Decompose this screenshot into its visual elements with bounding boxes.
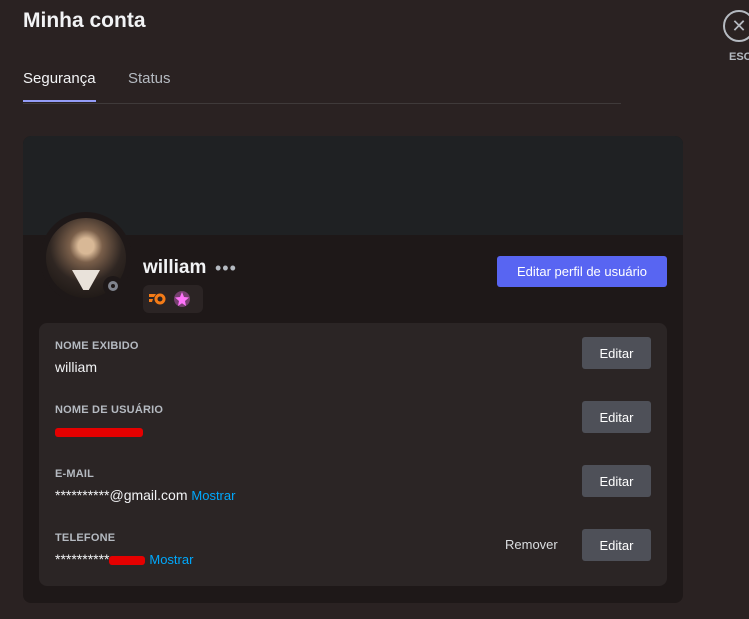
redaction-mark — [109, 555, 146, 565]
phone-label: TELEFONE — [55, 532, 116, 544]
edit-display-name-button[interactable]: Editar — [582, 337, 651, 369]
offline-status-icon — [103, 276, 123, 296]
nitro-icon[interactable] — [173, 290, 191, 308]
close-icon[interactable]: ✕ — [723, 10, 749, 42]
phone-row: TELEFONE ********** Mostrar Remover Edit… — [39, 529, 667, 582]
profile-banner — [23, 136, 683, 235]
email-value-container: **********@gmail.com Mostrar — [55, 487, 235, 503]
display-name-row: NOME EXIBIDO william Editar — [39, 337, 667, 390]
display-name-label: NOME EXIBIDO — [55, 340, 139, 352]
edit-username-button[interactable]: Editar — [582, 401, 651, 433]
account-info-panel: NOME EXIBIDO william Editar NOME DE USUÁ… — [39, 323, 667, 586]
tab-bar: Segurança Status — [23, 70, 621, 104]
edit-user-profile-button[interactable]: Editar perfil de usuário — [497, 256, 667, 287]
show-email-link[interactable]: Mostrar — [191, 488, 235, 503]
show-phone-link[interactable]: Mostrar — [149, 552, 193, 567]
profile-card: william ••• Editar perfil de usuário NOM… — [23, 136, 683, 603]
email-label: E-MAIL — [55, 468, 95, 480]
tab-security[interactable]: Segurança — [23, 70, 96, 87]
more-options-button[interactable]: ••• — [215, 258, 237, 279]
page-title: Minha conta — [23, 9, 146, 32]
remove-phone-button[interactable]: Remover — [505, 537, 558, 552]
active-tab-indicator — [23, 100, 96, 102]
username-row: NOME DE USUÁRIO Editar — [39, 401, 667, 454]
redaction-mark — [55, 427, 143, 437]
esc-label: ESC — [729, 51, 749, 63]
username-label: NOME DE USUÁRIO — [55, 404, 164, 416]
badge-list — [143, 285, 203, 313]
tab-status[interactable]: Status — [128, 70, 171, 87]
avatar-collar — [72, 270, 100, 290]
edit-phone-button[interactable]: Editar — [582, 529, 651, 561]
phone-value: ********** — [55, 551, 110, 567]
email-value: **********@gmail.com — [55, 487, 188, 503]
phone-value-container: ********** Mostrar — [55, 551, 193, 567]
hypesquad-icon[interactable] — [149, 290, 167, 308]
profile-username: william — [143, 257, 207, 278]
display-name-value: william — [55, 359, 97, 375]
username-value — [55, 423, 143, 439]
email-row: E-MAIL **********@gmail.com Mostrar Edit… — [39, 465, 667, 518]
edit-email-button[interactable]: Editar — [582, 465, 651, 497]
